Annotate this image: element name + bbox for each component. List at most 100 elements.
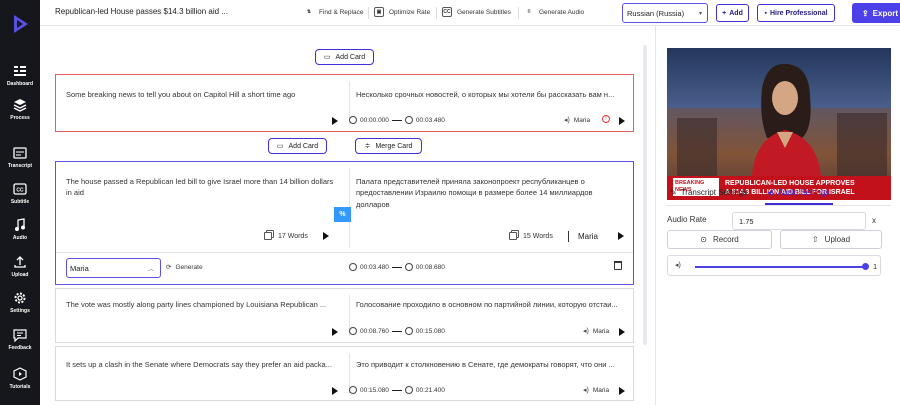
speaker-label[interactable]: ◂) Maria — [583, 327, 609, 336]
editor-scrollbar[interactable] — [643, 45, 647, 345]
record-button[interactable]: ⊙ Record — [667, 230, 772, 249]
sidebar-item-process[interactable]: Process — [0, 95, 40, 129]
speaker-label[interactable]: ◂) Maria — [564, 116, 591, 125]
play-translation-button[interactable] — [619, 328, 625, 336]
layers-icon — [13, 99, 27, 112]
optimize-rate-button[interactable]: ▣ Optimize Rate — [374, 7, 430, 17]
play-source-button[interactable] — [323, 232, 329, 240]
find-replace-label: Find & Replace — [319, 8, 364, 16]
translation-text[interactable]: Голосование проходило в основном по парт… — [356, 299, 631, 310]
upload-button[interactable]: ⇧ Upload — [780, 230, 882, 249]
audio-rate-input[interactable]: 1.75 — [732, 212, 866, 230]
toolbar-divider — [518, 7, 519, 19]
translation-text[interactable]: Палата представителей приняла законопрое… — [356, 176, 628, 210]
speaker-label[interactable]: ◂) Maria — [583, 386, 609, 395]
end-time[interactable]: 00:21.400 — [416, 387, 445, 394]
source-text[interactable]: The vote was mostly along party lines ch… — [66, 299, 348, 310]
svg-text:CC: CC — [16, 188, 24, 194]
start-time[interactable]: 00:08.760 — [360, 328, 389, 335]
card-icon: ▭ — [323, 54, 331, 61]
clock-icon — [349, 327, 357, 335]
volume-slider-handle[interactable] — [862, 263, 869, 270]
time-dash — [391, 119, 402, 121]
trash-icon[interactable] — [614, 261, 622, 270]
play-translation-button[interactable] — [619, 387, 625, 395]
sidebar-item-label: Upload — [11, 272, 29, 278]
active-tab-indicator — [765, 203, 833, 205]
sidebar-item-label: Tutorials — [9, 384, 31, 390]
play-translation-button[interactable] — [618, 232, 624, 240]
export-button[interactable]: ⇪ Export — [852, 3, 900, 23]
start-time[interactable]: 00:15.080 — [360, 387, 389, 394]
sidebar-item-transcript[interactable]: Transcript — [0, 143, 40, 177]
percent-button[interactable]: % — [334, 207, 351, 222]
transcript-card[interactable]: Some breaking news to tell you about on … — [55, 74, 634, 132]
source-text[interactable]: It sets up a clash in the Senate where D… — [66, 359, 348, 370]
speaker-icon: ◂) — [767, 188, 774, 197]
document-title: Republican-led House passes $14.3 billio… — [55, 7, 228, 16]
cc-icon: CC — [442, 7, 452, 17]
translation-text[interactable]: Это приводит к столкновению в Сенате, гд… — [356, 359, 631, 370]
audio-rate-label: Audio Rate — [667, 215, 707, 224]
sidebar-item-subtitle[interactable]: CC Subtitle — [0, 179, 40, 213]
end-time[interactable]: 00:08.680 — [416, 264, 445, 271]
sidebar-item-upload[interactable]: Upload — [0, 252, 40, 286]
merge-card-button[interactable]: ≑ Merge Card — [355, 138, 422, 154]
time-dash — [391, 330, 402, 332]
speaker-volume-icon: ◂) — [675, 262, 681, 269]
generate-subtitles-button[interactable]: CC Generate Subtitles — [442, 7, 511, 17]
play-translation-button[interactable] — [619, 117, 625, 125]
sidebar-item-settings[interactable]: Settings — [0, 288, 40, 322]
add-card-button[interactable]: ▭ Add Card — [315, 49, 374, 65]
tab-transcript-settings[interactable]: ✎ Transcript Settings — [670, 188, 747, 197]
speaker-select[interactable]: Maria ︿ — [66, 258, 161, 278]
record-icon: ⊙ — [700, 235, 707, 244]
merge-card-label: Merge Card — [375, 142, 413, 150]
generate-subtitles-label: Generate Subtitles — [457, 8, 511, 16]
source-text[interactable]: Some breaking news to tell you about on … — [66, 89, 336, 100]
add-card-button[interactable]: ▭ Add Card — [268, 138, 327, 154]
copy-icon[interactable] — [264, 232, 272, 240]
generate-button[interactable]: ⟳ Generate — [166, 263, 203, 272]
transcript-card[interactable]: The vote was mostly along party lines ch… — [55, 288, 634, 343]
language-select[interactable]: Russian (Russia) ▾ — [622, 3, 708, 23]
add-button[interactable]: + Add — [716, 4, 749, 22]
sidebar-item-audio[interactable]: Audio — [0, 215, 40, 249]
top-toolbar: Republican-led House passes $14.3 billio… — [40, 0, 900, 26]
play-source-button[interactable] — [332, 117, 338, 125]
sidebar-item-dashboard[interactable]: Dashboard — [0, 61, 40, 95]
end-time[interactable]: 00:03.480 — [416, 117, 445, 124]
translation-text[interactable]: Несколько срочных новостей, о которых мы… — [356, 89, 631, 100]
pencil-icon: ✎ — [670, 188, 677, 197]
upload-icon: ⇧ — [811, 235, 819, 244]
sidebar-item-feedback[interactable]: Feedback — [0, 325, 40, 359]
speaker-name[interactable]: Maria — [578, 232, 598, 241]
source-text[interactable]: The house passed a Republican led bill t… — [66, 176, 336, 199]
generate-label: Generate — [175, 263, 203, 271]
copy-icon[interactable] — [509, 232, 517, 240]
volume-control: ◂) 1 — [667, 255, 881, 276]
sidebar: Dashboard Process Transcript CC Subtitle… — [0, 0, 40, 405]
add-label: Add — [729, 9, 743, 17]
transcript-icon — [13, 147, 27, 159]
play-source-button[interactable] — [332, 387, 338, 395]
video-preview[interactable]: BREAKING NEWS REPUBLICAN-LED HOUSE APPRO… — [667, 48, 891, 200]
speaker-volume-icon: ◂) — [564, 117, 570, 124]
transcript-card[interactable]: It sets up a clash in the Senate where D… — [55, 346, 634, 401]
add-card-label: Add Card — [335, 53, 366, 61]
speaker-name: Maria — [573, 116, 591, 124]
warning-icon[interactable]: ! — [602, 115, 610, 123]
tab-audio-settings[interactable]: ◂) Audio Settings — [767, 188, 829, 197]
sidebar-item-tutorials[interactable]: Tutorials — [0, 364, 40, 398]
export-icon: ⇪ — [861, 8, 869, 18]
gear-icon — [14, 292, 26, 304]
start-time[interactable]: 00:03.480 — [360, 264, 389, 271]
start-time[interactable]: 00:00.000 — [360, 117, 389, 124]
card-icon: ▭ — [276, 143, 284, 150]
hire-professional-button[interactable]: ▪ Hire Professional — [757, 4, 835, 22]
find-replace-button[interactable]: ⇅ Find & Replace — [304, 7, 364, 17]
generate-audio-button[interactable]: ⁞⁞ Generate Audio — [524, 7, 584, 17]
volume-slider-track[interactable] — [695, 266, 866, 268]
play-source-button[interactable] — [332, 328, 338, 336]
end-time[interactable]: 00:15.080 — [416, 328, 445, 335]
